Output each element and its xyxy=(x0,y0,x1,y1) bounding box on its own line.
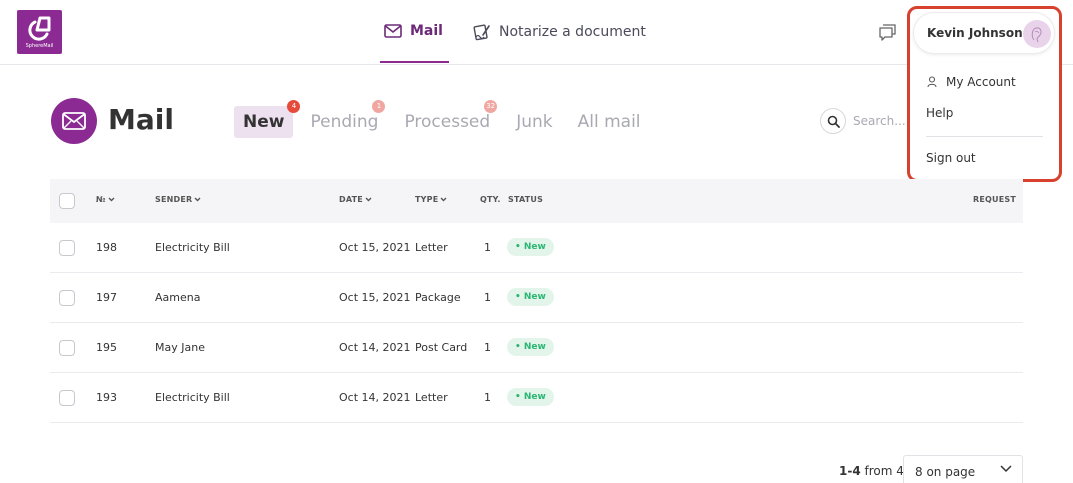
chevron-down-icon xyxy=(194,197,201,202)
col-sender-label: SENDER xyxy=(155,195,193,204)
chevron-down-icon xyxy=(365,197,372,202)
status-badge: • New xyxy=(507,388,554,406)
col-request-header: REQUEST xyxy=(973,195,1017,204)
top-nav: Mail Notarize a document xyxy=(380,0,646,65)
table-row[interactable]: 195 May Jane Oct 14, 2021 Post Card 1 • … xyxy=(50,323,1023,373)
signature-icon xyxy=(473,24,490,40)
col-date-header[interactable]: DATE xyxy=(339,195,372,204)
col-date-label: DATE xyxy=(339,195,363,204)
chevron-down-icon xyxy=(440,197,447,202)
row-number: 193 xyxy=(96,391,117,404)
user-icon xyxy=(927,76,937,88)
tab-processed-count-badge: 32 xyxy=(484,100,498,113)
user-name: Kevin Johnson xyxy=(927,26,1023,40)
tab-junk-label: Junk xyxy=(516,112,553,132)
col-status-header: STATUS xyxy=(508,195,544,204)
nav-mail[interactable]: Mail xyxy=(380,0,449,63)
menu-item-help[interactable]: Help xyxy=(926,106,953,120)
row-checkbox[interactable] xyxy=(59,340,75,356)
select-all-checkbox[interactable] xyxy=(59,193,75,209)
mail-tabs: New 4 Pending 1 Processed 32 Junk All ma… xyxy=(234,100,641,138)
avatar xyxy=(1023,20,1051,48)
row-checkbox[interactable] xyxy=(59,290,75,306)
avatar-sketch-icon xyxy=(1031,27,1042,43)
col-qty-header: QTY. xyxy=(480,195,501,204)
row-date: Oct 14, 2021 xyxy=(339,341,411,354)
row-date: Oct 15, 2021 xyxy=(339,291,411,304)
row-type: Package xyxy=(415,291,461,304)
row-number: 198 xyxy=(96,241,117,254)
col-number-header[interactable]: № xyxy=(96,195,115,204)
menu-item-sign-out[interactable]: Sign out xyxy=(926,151,976,165)
col-sender-header[interactable]: SENDER xyxy=(155,195,201,204)
nav-mail-label: Mail xyxy=(410,22,443,39)
pagination-total: from 4 xyxy=(864,464,904,478)
search-button[interactable] xyxy=(820,108,846,134)
logo-mark-icon xyxy=(28,16,51,41)
row-sender: Aamena xyxy=(155,291,201,304)
search-icon xyxy=(827,115,840,128)
table-row[interactable]: 193 Electricity Bill Oct 14, 2021 Letter… xyxy=(50,373,1023,423)
row-checkbox[interactable] xyxy=(59,240,75,256)
menu-item-my-account[interactable]: My Account xyxy=(927,75,1016,89)
user-menu: Kevin Johnson My Account Help Sign out xyxy=(907,6,1062,182)
nav-notarize[interactable]: Notarize a document xyxy=(473,0,646,63)
tab-pending[interactable]: Pending 1 xyxy=(310,100,386,138)
tab-new-count-badge: 4 xyxy=(287,100,301,113)
tab-processed-label: Processed xyxy=(404,112,491,132)
col-type-label: TYPE xyxy=(415,195,439,204)
row-number: 197 xyxy=(96,291,117,304)
tab-processed[interactable]: Processed 32 xyxy=(404,100,498,138)
row-number: 195 xyxy=(96,341,117,354)
row-qty: 1 xyxy=(484,241,491,254)
pagination-summary: 1-4 from 4 xyxy=(839,464,904,478)
logo-text: SphereMail xyxy=(25,43,54,49)
row-type: Post Card xyxy=(415,341,468,354)
row-qty: 1 xyxy=(484,291,491,304)
tab-all-mail-label: All mail xyxy=(577,112,641,132)
col-type-header[interactable]: TYPE xyxy=(415,195,447,204)
app-logo[interactable]: SphereMail xyxy=(17,10,62,54)
chevron-down-icon xyxy=(108,197,115,202)
status-badge: • New xyxy=(507,238,554,256)
row-type: Letter xyxy=(415,391,448,404)
table-header: № SENDER DATE TYPE QTY. STATUS REQUEST xyxy=(50,179,1023,223)
envelope-icon xyxy=(384,23,402,38)
per-page-value: 8 on page xyxy=(915,465,976,479)
row-sender: Electricity Bill xyxy=(155,391,230,404)
col-number-label: № xyxy=(96,195,106,204)
my-account-label: My Account xyxy=(946,75,1016,89)
envelope-icon xyxy=(62,112,86,130)
tab-pending-count-badge: 1 xyxy=(372,100,386,113)
menu-divider xyxy=(926,136,1043,137)
row-date: Oct 14, 2021 xyxy=(339,391,411,404)
user-chip[interactable]: Kevin Johnson xyxy=(913,12,1055,54)
row-sender: Electricity Bill xyxy=(155,241,230,254)
search-input[interactable] xyxy=(853,114,905,128)
chevron-down-icon xyxy=(1000,465,1012,473)
search xyxy=(820,108,905,134)
tab-junk[interactable]: Junk xyxy=(516,106,552,138)
chat-icon[interactable] xyxy=(878,22,898,42)
row-date: Oct 15, 2021 xyxy=(339,241,411,254)
per-page-select[interactable]: 8 on page xyxy=(903,455,1023,483)
tab-all-mail[interactable]: All mail xyxy=(578,106,641,138)
table-row[interactable]: 197 Aamena Oct 15, 2021 Package 1 • New xyxy=(50,273,1023,323)
table-row[interactable]: 198 Electricity Bill Oct 15, 2021 Letter… xyxy=(50,223,1023,273)
status-badge: • New xyxy=(507,288,554,306)
tab-new[interactable]: New 4 xyxy=(234,100,301,138)
row-sender: May Jane xyxy=(155,341,205,354)
pagination-range: 1-4 xyxy=(839,464,861,478)
row-type: Letter xyxy=(415,241,448,254)
tab-pending-label: Pending xyxy=(310,112,379,132)
tab-new-label: New xyxy=(243,112,285,132)
mail-badge xyxy=(51,98,97,144)
status-badge: • New xyxy=(507,338,554,356)
row-checkbox[interactable] xyxy=(59,390,75,406)
row-qty: 1 xyxy=(484,341,491,354)
row-qty: 1 xyxy=(484,391,491,404)
nav-notarize-label: Notarize a document xyxy=(498,23,646,40)
page-title: Mail xyxy=(108,103,174,136)
